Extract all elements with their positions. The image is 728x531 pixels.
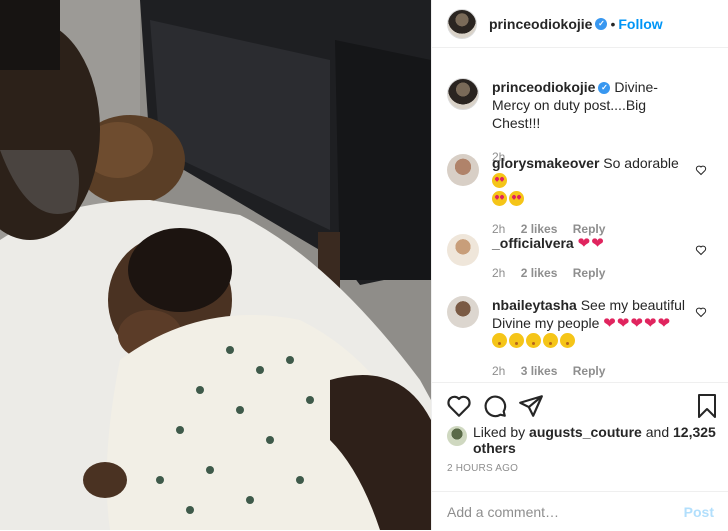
comment-likes[interactable]: 2 likes: [521, 266, 558, 280]
red-heart-emoji: ❤: [657, 315, 671, 332]
verified-badge-icon: ✓: [595, 17, 608, 30]
heart-eyes-emoji: [509, 191, 524, 206]
kissing-emoji: [492, 333, 507, 348]
red-heart-emoji: ❤: [644, 315, 657, 332]
red-heart-emoji: ❤: [603, 315, 616, 332]
red-heart-emoji: ❤: [630, 315, 644, 332]
likes-prefix: Liked by: [473, 424, 526, 440]
action-icons: [446, 393, 544, 419]
verified-badge-icon: ✓: [598, 82, 611, 95]
avatar[interactable]: [447, 78, 479, 110]
comment-bubble-icon[interactable]: [482, 393, 508, 419]
red-heart-emoji: ❤: [577, 235, 591, 252]
comment-username[interactable]: nbaileytasha: [492, 297, 577, 313]
bookmark-icon[interactable]: [695, 393, 719, 419]
kissing-emoji: [509, 333, 524, 348]
header-username[interactable]: princeodiokojie: [489, 16, 592, 32]
likes-summary: Liked by augusts_couture and 12,325 othe…: [447, 424, 717, 456]
heart-eyes-emoji: [492, 173, 507, 188]
comment-likes[interactable]: 3 likes: [521, 364, 558, 378]
comment-username[interactable]: glorysmakeover: [492, 155, 599, 171]
comment-time: 2h: [492, 266, 506, 280]
kissing-emoji: [526, 333, 541, 348]
heart-outline-icon[interactable]: [695, 244, 707, 256]
red-heart-emoji: ❤: [616, 315, 630, 332]
comment-username[interactable]: _officialvera: [492, 235, 574, 251]
comment-text: So adorable: [603, 155, 679, 171]
likes-user[interactable]: augusts_couture: [529, 424, 642, 440]
heart-outline-icon[interactable]: [695, 164, 707, 176]
comment-time: 2h: [492, 364, 506, 378]
caption-username[interactable]: princeodiokojie: [492, 79, 595, 95]
follow-button[interactable]: Follow: [618, 16, 662, 32]
kissing-emoji: [560, 333, 575, 348]
paper-plane-icon[interactable]: [518, 393, 544, 419]
avatar[interactable]: [447, 154, 479, 186]
comments-list[interactable]: princeodiokojie ✓ Divine-Mercy on duty po…: [432, 48, 728, 382]
avatar[interactable]: [447, 8, 477, 39]
post-header: princeodiokojie ✓ • Follow: [432, 0, 728, 48]
post-side-panel: princeodiokojie ✓ • Follow princeodiokoj…: [431, 0, 728, 530]
kissing-emoji: [543, 333, 558, 348]
photo-illustration: [0, 0, 431, 530]
reply-button[interactable]: Reply: [573, 266, 606, 280]
add-comment-bar: Post: [432, 491, 728, 531]
avatar[interactable]: [447, 296, 479, 328]
post-photo[interactable]: [0, 0, 431, 530]
avatar[interactable]: [447, 234, 479, 266]
post-actions: Liked by augusts_couture and 12,325 othe…: [432, 382, 728, 530]
heart-eyes-emoji: [492, 191, 507, 206]
comment-input[interactable]: [447, 503, 684, 520]
post-button[interactable]: Post: [684, 504, 714, 520]
post-timestamp[interactable]: 2 HOURS AGO: [447, 463, 518, 474]
reply-button[interactable]: Reply: [573, 364, 606, 378]
instagram-post: princeodiokojie ✓ • Follow princeodiokoj…: [0, 0, 728, 530]
heart-outline-icon[interactable]: [695, 306, 707, 318]
separator-dot: •: [610, 15, 616, 32]
heart-outline-icon[interactable]: [446, 393, 472, 419]
likes-mid: and: [645, 424, 670, 440]
red-heart-emoji: ❤: [591, 235, 604, 252]
avatar[interactable]: [447, 426, 467, 446]
